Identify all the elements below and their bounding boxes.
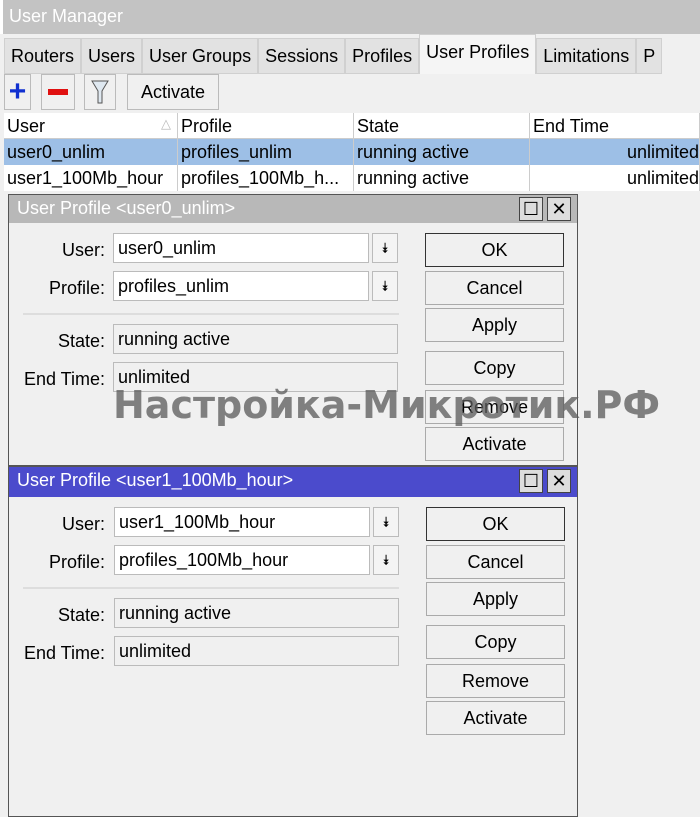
col-state[interactable]: State <box>354 113 530 138</box>
cell-end-time: unlimited <box>530 165 700 191</box>
remove-button[interactable]: Remove <box>426 664 565 698</box>
cancel-button[interactable]: Cancel <box>426 545 565 579</box>
user-profile-dialog-1: User Profile <user0_unlim> ☐ ✕ User: use… <box>8 194 578 466</box>
dialog-titlebar[interactable]: User Profile <user1_100Mb_hour> ☐ ✕ <box>9 467 577 497</box>
ok-button[interactable]: OK <box>425 233 564 267</box>
copy-button[interactable]: Copy <box>425 351 564 385</box>
state-field: running active <box>114 598 399 628</box>
cell-user: user0_unlim <box>4 139 178 165</box>
cell-end-time: unlimited <box>530 139 700 165</box>
state-label: State: <box>57 331 105 351</box>
tab-bar: Routers Users User Groups Sessions Profi… <box>4 34 663 74</box>
divider <box>23 313 399 315</box>
tab-profiles[interactable]: Profiles <box>345 38 420 74</box>
cell-user: user1_100Mb_hour <box>4 165 178 191</box>
ok-button[interactable]: OK <box>426 507 565 541</box>
profile-label: Profile: <box>48 278 105 298</box>
activate-button[interactable]: Activate <box>127 74 219 110</box>
remove-button[interactable]: Remove <box>425 390 564 424</box>
table-header: User △ Profile State End Time <box>4 113 700 139</box>
tab-limitations[interactable]: Limitations <box>536 38 637 74</box>
table-row[interactable]: user0_unlim profiles_unlim running activ… <box>4 139 700 165</box>
filter-icon <box>91 80 109 104</box>
maximize-icon[interactable]: ☐ <box>519 469 543 493</box>
tab-routers[interactable]: Routers <box>4 38 82 74</box>
profile-field[interactable]: profiles_100Mb_hour <box>114 545 370 575</box>
apply-button[interactable]: Apply <box>426 582 565 616</box>
profile-field[interactable]: profiles_unlim <box>113 271 369 301</box>
plus-icon: + <box>8 75 27 108</box>
user-dropdown-icon[interactable]: ⯯ <box>373 507 399 537</box>
dialog-titlebar[interactable]: User Profile <user0_unlim> ☐ ✕ <box>9 195 577 223</box>
profile-label: Profile: <box>48 552 105 572</box>
cell-profile: profiles_100Mb_h... <box>178 165 354 191</box>
end-time-field: unlimited <box>113 362 398 392</box>
end-time-label: End Time: <box>23 369 105 389</box>
add-button[interactable]: + <box>4 74 31 110</box>
user-label: User: <box>61 514 105 534</box>
activate-button[interactable]: Activate <box>426 701 565 735</box>
user-dropdown-icon[interactable]: ⯯ <box>372 233 398 263</box>
user-profile-dialog-2: User Profile <user1_100Mb_hour> ☐ ✕ User… <box>8 466 578 817</box>
end-time-field: unlimited <box>114 636 399 666</box>
minus-icon <box>48 89 68 95</box>
user-profiles-table: User △ Profile State End Time user0_unlim… <box>4 113 700 191</box>
end-time-label: End Time: <box>23 643 105 663</box>
table-row[interactable]: user1_100Mb_hour profiles_100Mb_h... run… <box>4 165 700 191</box>
tab-users[interactable]: Users <box>81 38 143 74</box>
divider <box>23 587 399 589</box>
user-field[interactable]: user1_100Mb_hour <box>114 507 370 537</box>
state-field: running active <box>113 324 398 354</box>
close-icon[interactable]: ✕ <box>547 197 571 221</box>
col-user[interactable]: User △ <box>4 113 178 138</box>
tab-more[interactable]: P <box>636 38 663 74</box>
sort-icon: △ <box>161 116 171 131</box>
apply-button[interactable]: Apply <box>425 308 564 342</box>
dialog-title: User Profile <user0_unlim> <box>17 198 236 218</box>
tab-user-profiles[interactable]: User Profiles <box>419 34 537 74</box>
cell-state: running active <box>354 139 530 165</box>
close-icon[interactable]: ✕ <box>547 469 571 493</box>
cancel-button[interactable]: Cancel <box>425 271 564 305</box>
maximize-icon[interactable]: ☐ <box>519 197 543 221</box>
user-label: User: <box>61 240 105 260</box>
app-title: User Manager <box>0 0 700 34</box>
col-profile[interactable]: Profile <box>178 113 354 138</box>
cell-state: running active <box>354 165 530 191</box>
cell-profile: profiles_unlim <box>178 139 354 165</box>
profile-dropdown-icon[interactable]: ⯯ <box>373 545 399 575</box>
user-field[interactable]: user0_unlim <box>113 233 369 263</box>
activate-button[interactable]: Activate <box>425 427 564 461</box>
col-end-time[interactable]: End Time <box>530 113 700 138</box>
dialog-title: User Profile <user1_100Mb_hour> <box>17 470 294 490</box>
tab-sessions[interactable]: Sessions <box>258 38 346 74</box>
profile-dropdown-icon[interactable]: ⯯ <box>372 271 398 301</box>
state-label: State: <box>57 605 105 625</box>
filter-button[interactable] <box>84 74 116 110</box>
tab-user-groups[interactable]: User Groups <box>142 38 259 74</box>
remove-button[interactable] <box>41 74 75 110</box>
copy-button[interactable]: Copy <box>426 625 565 659</box>
